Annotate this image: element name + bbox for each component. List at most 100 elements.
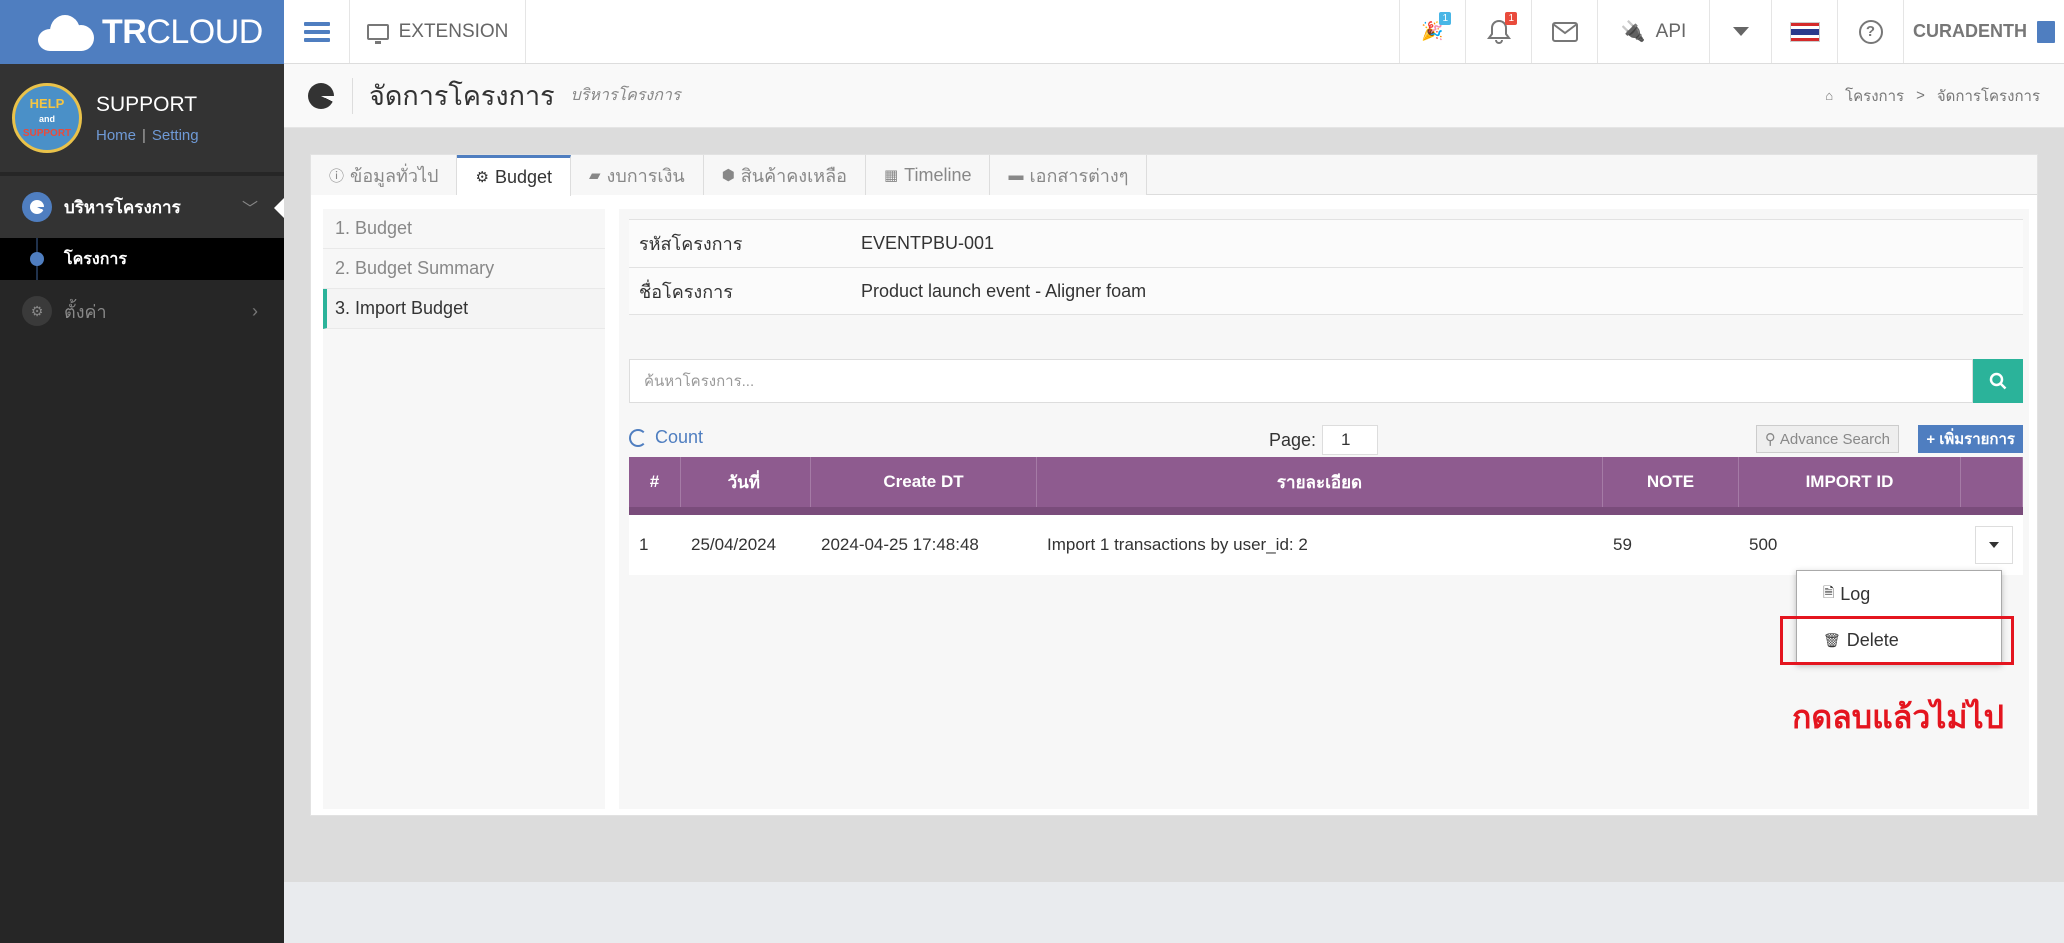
step-budget-summary[interactable]: 2. Budget Summary bbox=[323, 249, 605, 289]
project-code-label: รหัสโครงการ bbox=[639, 234, 743, 254]
count-button[interactable]: Count bbox=[629, 427, 703, 448]
monitor-icon bbox=[366, 23, 389, 44]
notifications-button[interactable]: 1 bbox=[1466, 0, 1532, 63]
row-action-cell bbox=[1961, 515, 2023, 575]
breadcrumb: ⌂ โครงการ > จัดการโครงการ bbox=[1825, 84, 2040, 108]
add-item-button[interactable]: + เพิ่มรายการ bbox=[1918, 425, 2023, 453]
tab-financial-statements[interactable]: ▰ งบการเงิน bbox=[571, 155, 704, 195]
search-input[interactable] bbox=[629, 359, 1973, 403]
active-indicator bbox=[274, 198, 284, 218]
page-subtitle: บริหารโครงการ bbox=[570, 87, 681, 104]
row-action-dropdown-button[interactable] bbox=[1975, 526, 2013, 564]
help-button[interactable]: ? bbox=[1838, 0, 1904, 63]
caret-down-icon bbox=[1989, 542, 1999, 548]
tab-general-info[interactable]: ⓘ ข้อมูลทั่วไป bbox=[311, 155, 458, 195]
cube-icon: ⬢ bbox=[721, 167, 735, 184]
link-separator: | bbox=[142, 126, 146, 144]
top-bar: EXTENSION 🎉 1 1 🔌 API ? CURADENTH bbox=[284, 0, 2064, 64]
home-link[interactable]: Home bbox=[96, 127, 136, 144]
column-header: # bbox=[629, 457, 681, 507]
cell-import-id: 500 bbox=[1749, 535, 1778, 554]
app-logo[interactable]: TRCLOUD bbox=[0, 0, 284, 64]
folder-icon: ▬ bbox=[1008, 166, 1024, 184]
column-header[interactable]: รายละเอียด bbox=[1037, 457, 1603, 507]
extension-button[interactable]: EXTENSION bbox=[350, 0, 526, 63]
messages-button[interactable] bbox=[1532, 0, 1598, 63]
sidebar-item-label: บริหารโครงการ bbox=[64, 197, 181, 217]
setting-link[interactable]: Setting bbox=[152, 127, 199, 144]
building-icon bbox=[2037, 20, 2055, 43]
company-name: CURADENTH bbox=[1913, 21, 2027, 41]
cell-detail: Import 1 transactions by user_id: 2 bbox=[1047, 535, 1308, 554]
plug-icon: 🔌 bbox=[1620, 21, 1646, 43]
import-table: # วันที่ Create DT รายละเอียด NOTE IMPOR… bbox=[629, 457, 2023, 575]
project-info: รหัสโครงการ EVENTPBU-001 ชื่อโครงการ Pro… bbox=[629, 219, 2023, 315]
pie-chart-icon bbox=[22, 192, 52, 222]
brand-name: TRCLOUD bbox=[102, 12, 263, 51]
language-button[interactable] bbox=[1772, 0, 1838, 63]
tab-timeline[interactable]: ▦ Timeline bbox=[865, 155, 991, 195]
breadcrumb-item[interactable]: โครงการ bbox=[1845, 84, 1904, 108]
breadcrumb-separator: > bbox=[1916, 87, 1925, 104]
api-label: API bbox=[1655, 20, 1687, 42]
profile-name: SUPPORT bbox=[96, 92, 198, 116]
tab-budget[interactable]: ⚙ Budget bbox=[457, 155, 571, 196]
step-import-budget[interactable]: 3. Import Budget bbox=[323, 289, 605, 329]
home-icon[interactable]: ⌂ bbox=[1825, 88, 1833, 103]
menu-toggle-button[interactable] bbox=[284, 0, 350, 63]
tab-bar: ⓘ ข้อมูลทั่วไป ⚙ Budget ▰ งบการเงิน ⬢ สินค้า… bbox=[311, 155, 2037, 196]
refresh-icon bbox=[629, 428, 647, 447]
column-header bbox=[1961, 457, 2023, 507]
log-menu-item[interactable]: 🗎 Log bbox=[1797, 571, 2001, 617]
calendar-icon: ▦ bbox=[883, 167, 899, 184]
annotation-note: กดลบแล้วไม่ไป bbox=[1792, 698, 2004, 736]
profile-card: HELP and SUPPORT SUPPORT Home | Setting bbox=[0, 64, 284, 172]
api-button[interactable]: 🔌 API bbox=[1598, 0, 1710, 63]
table-header: # วันที่ Create DT รายละเอียด NOTE IMPOR… bbox=[629, 457, 2023, 515]
tab-inventory[interactable]: ⬢ สินค้าคงเหลือ bbox=[703, 155, 866, 195]
search-bar bbox=[629, 359, 2023, 403]
chevron-down-icon: ﹀ bbox=[241, 201, 258, 218]
column-header[interactable]: วันที่ bbox=[681, 457, 811, 507]
thai-flag-icon bbox=[1789, 21, 1820, 42]
tab-documents[interactable]: ▬ เอกสารต่างๆ bbox=[990, 155, 1148, 195]
gear-icon: ⚙ bbox=[22, 296, 52, 326]
sidebar-item-projects[interactable]: โครงการ bbox=[0, 238, 284, 280]
page-header: จัดการโครงการ บริหารโครงการ ⌂ โครงการ > … bbox=[284, 64, 2064, 128]
cell-create-dt: 2024-04-25 17:48:48 bbox=[821, 535, 979, 554]
budget-steps: 1. Budget 2. Budget Summary 3. Import Bu… bbox=[323, 209, 605, 809]
pagination: Page: 1 bbox=[1269, 425, 1379, 455]
column-header[interactable]: IMPORT ID bbox=[1739, 457, 1961, 507]
avatar: HELP and SUPPORT bbox=[12, 83, 82, 153]
sidebar-item-label: ตั้งค่า bbox=[64, 301, 107, 322]
table-toolbar: Count Page: 1 ⚲ Advance Search + เพิ่มราย… bbox=[629, 423, 2023, 455]
column-header[interactable]: Create DT bbox=[811, 457, 1037, 507]
more-dropdown-button[interactable] bbox=[1710, 0, 1772, 63]
question-icon: ? bbox=[1858, 19, 1883, 44]
annotation-highlight-box bbox=[1780, 616, 2014, 665]
page-title: จัดการโครงการ bbox=[369, 81, 555, 111]
advance-search-button[interactable]: ⚲ Advance Search bbox=[1755, 425, 1899, 453]
search-icon: ⚲ bbox=[1764, 431, 1776, 448]
column-header[interactable]: NOTE bbox=[1603, 457, 1739, 507]
project-name-value: Product launch event - Aligner foam bbox=[861, 280, 1147, 301]
step-budget[interactable]: 1. Budget bbox=[323, 209, 605, 249]
table-row: 1 25/04/2024 2024-04-25 17:48:48 Import … bbox=[629, 515, 2023, 575]
cell-note: 59 bbox=[1613, 535, 1632, 554]
sidebar: TRCLOUD HELP and SUPPORT SUPPORT Home | Sett… bbox=[0, 0, 284, 943]
gear-icon: ⚙ bbox=[475, 169, 489, 186]
chevron-right-icon: › bbox=[252, 300, 258, 321]
page-input[interactable]: 1 bbox=[1322, 425, 1379, 455]
search-icon bbox=[1989, 372, 2007, 390]
search-button[interactable] bbox=[1973, 359, 2023, 403]
announcement-badge: 1 bbox=[1439, 12, 1451, 25]
sidebar-item-settings[interactable]: ⚙ ตั้งค่า › bbox=[0, 280, 284, 342]
announcement-button[interactable]: 🎉 1 bbox=[1400, 0, 1466, 63]
project-name-label: ชื่อโครงการ bbox=[639, 281, 733, 302]
company-menu[interactable]: CURADENTH bbox=[1904, 0, 2064, 63]
envelope-icon bbox=[1551, 21, 1578, 42]
sidebar-item-project-management[interactable]: บริหารโครงการ ﹀ bbox=[0, 176, 284, 238]
sidebar-item-label: โครงการ bbox=[64, 250, 127, 268]
file-icon: 🗎 bbox=[1823, 584, 1835, 600]
project-code-value: EVENTPBU-001 bbox=[861, 233, 995, 253]
